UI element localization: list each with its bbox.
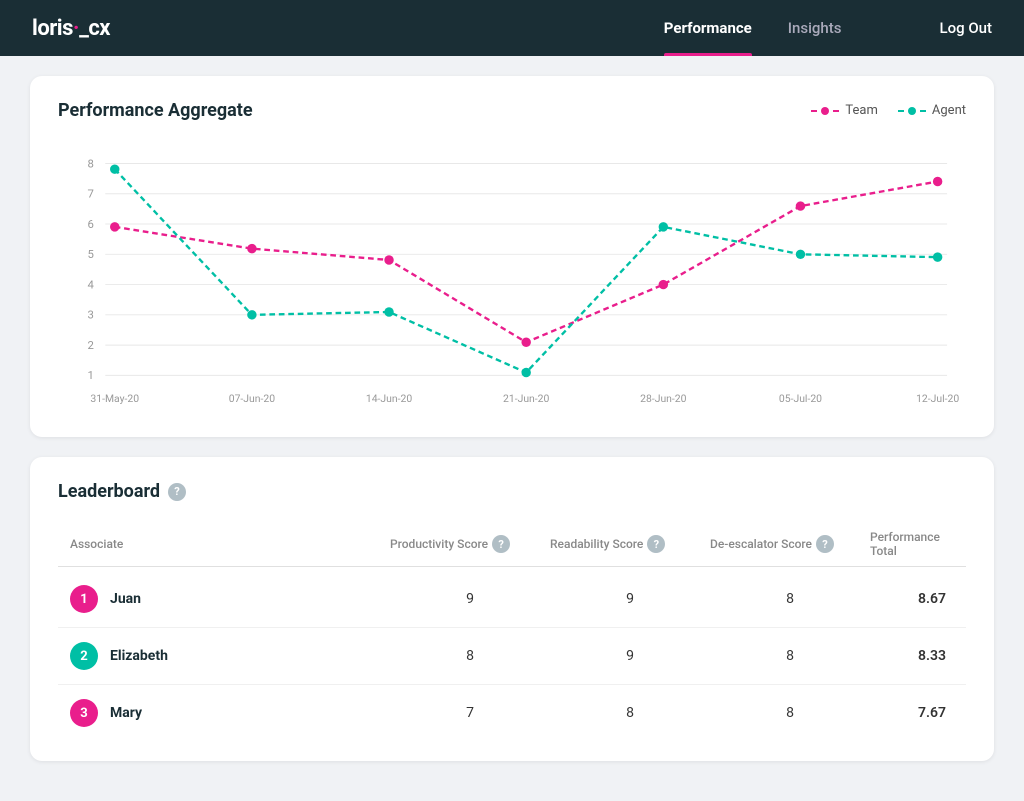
- team-dot-4: [659, 280, 668, 289]
- rank-badge-2: 2: [70, 642, 98, 670]
- readability-score-1: 9: [550, 648, 710, 664]
- leaderboard-rows: 1 Juan 9 9 8 8.67 2 Elizabeth 8 9 8 8.33…: [58, 571, 966, 741]
- svg-text:14-Jun-20: 14-Jun-20: [366, 392, 412, 405]
- legend-team-label: Team: [845, 103, 878, 118]
- team-dot-5: [796, 201, 805, 210]
- legend-agent-label: Agent: [932, 103, 966, 118]
- svg-text:1: 1: [88, 368, 94, 382]
- associate-name-1: Elizabeth: [110, 648, 168, 664]
- associate-name-0: Juan: [110, 591, 141, 607]
- logout-button[interactable]: Log Out: [939, 19, 992, 37]
- performance-total-1: 8.33: [870, 648, 954, 664]
- table-row: 3 Mary 7 8 8 7.67: [58, 685, 966, 741]
- associate-cell-0: 1 Juan: [70, 585, 390, 613]
- svg-text:5: 5: [88, 247, 94, 261]
- col-total: Performance Total: [870, 530, 954, 558]
- svg-text:4: 4: [88, 277, 95, 291]
- performance-total-0: 8.67: [870, 591, 954, 607]
- navbar: loris·_cx Performance Insights Log Out: [0, 0, 1024, 56]
- productivity-help-icon[interactable]: ?: [492, 535, 510, 553]
- agent-dot-0: [110, 164, 119, 173]
- nav-performance[interactable]: Performance: [646, 0, 770, 56]
- table-row: 2 Elizabeth 8 9 8 8.33: [58, 628, 966, 685]
- associate-cell-1: 2 Elizabeth: [70, 642, 390, 670]
- agent-dot-6: [933, 252, 942, 261]
- leaderboard-help-icon[interactable]: ?: [168, 483, 186, 501]
- legend-team: Team: [811, 103, 878, 118]
- logo: loris·_cx: [32, 16, 110, 41]
- svg-text:21-Jun-20: 21-Jun-20: [503, 392, 549, 405]
- leaderboard-card: Leaderboard ? Associate Productivity Sco…: [30, 457, 994, 761]
- readability-help-icon[interactable]: ?: [647, 535, 665, 553]
- legend-agent: Agent: [898, 103, 966, 118]
- productivity-score-1: 8: [390, 648, 550, 664]
- agent-dot-4: [659, 222, 668, 231]
- col-deescalator: De-escalator Score ?: [710, 530, 870, 558]
- legend-agent-line: [898, 110, 926, 112]
- agent-dot-2: [384, 307, 393, 316]
- agent-dot-5: [796, 250, 805, 259]
- chart-legend: Team Agent: [811, 103, 966, 118]
- chart-area: 8 7 6 5 4 3 2 1 31-May-20 07-Jun-20 14-J…: [58, 137, 966, 417]
- col-productivity: Productivity Score ?: [390, 530, 550, 558]
- svg-text:8: 8: [88, 156, 94, 170]
- svg-text:7: 7: [88, 187, 94, 201]
- team-dot-3: [521, 338, 530, 347]
- leaderboard-title: Leaderboard: [58, 481, 160, 502]
- productivity-score-0: 9: [390, 591, 550, 607]
- productivity-score-2: 7: [390, 705, 550, 721]
- svg-text:2: 2: [88, 338, 94, 352]
- deescalator-score-1: 8: [710, 648, 870, 664]
- main-content: Performance Aggregate Team Agent: [0, 56, 1024, 801]
- readability-score-0: 9: [550, 591, 710, 607]
- svg-text:07-Jun-20: 07-Jun-20: [229, 392, 275, 405]
- svg-text:05-Jul-20: 05-Jul-20: [779, 392, 822, 405]
- chart-card-header: Performance Aggregate Team Agent: [58, 100, 966, 121]
- table-header: Associate Productivity Score ? Readabili…: [58, 522, 966, 567]
- readability-score-2: 8: [550, 705, 710, 721]
- nav-links: Performance Insights: [646, 0, 860, 56]
- deescalator-score-2: 8: [710, 705, 870, 721]
- nav-insights[interactable]: Insights: [770, 0, 860, 56]
- svg-text:3: 3: [88, 308, 94, 322]
- svg-text:12-Jul-20: 12-Jul-20: [916, 392, 959, 405]
- associate-cell-2: 3 Mary: [70, 699, 390, 727]
- leaderboard-header: Leaderboard ?: [58, 481, 966, 502]
- agent-dot-1: [247, 310, 256, 319]
- logo-text-part2: _cx: [79, 16, 110, 41]
- chart-svg: 8 7 6 5 4 3 2 1 31-May-20 07-Jun-20 14-J…: [58, 137, 966, 417]
- table-row: 1 Juan 9 9 8 8.67: [58, 571, 966, 628]
- rank-badge-3: 3: [70, 699, 98, 727]
- logo-text-part1: loris: [32, 16, 73, 41]
- deescalator-score-0: 8: [710, 591, 870, 607]
- performance-chart-card: Performance Aggregate Team Agent: [30, 76, 994, 437]
- col-readability: Readability Score ?: [550, 530, 710, 558]
- team-dot-0: [110, 222, 119, 231]
- associate-name-2: Mary: [110, 705, 142, 721]
- agent-dot-3: [521, 368, 530, 377]
- team-dot-1: [247, 244, 256, 253]
- svg-text:6: 6: [88, 217, 94, 231]
- col-associate: Associate: [70, 530, 390, 558]
- team-line: [115, 181, 938, 342]
- svg-text:31-May-20: 31-May-20: [90, 392, 139, 405]
- legend-team-line: [811, 110, 839, 112]
- rank-badge-1: 1: [70, 585, 98, 613]
- deescalator-help-icon[interactable]: ?: [816, 535, 834, 553]
- chart-title: Performance Aggregate: [58, 100, 253, 121]
- team-dot-6: [933, 177, 942, 186]
- performance-total-2: 7.67: [870, 705, 954, 721]
- svg-text:28-Jun-20: 28-Jun-20: [640, 392, 686, 405]
- team-dot-2: [384, 255, 393, 264]
